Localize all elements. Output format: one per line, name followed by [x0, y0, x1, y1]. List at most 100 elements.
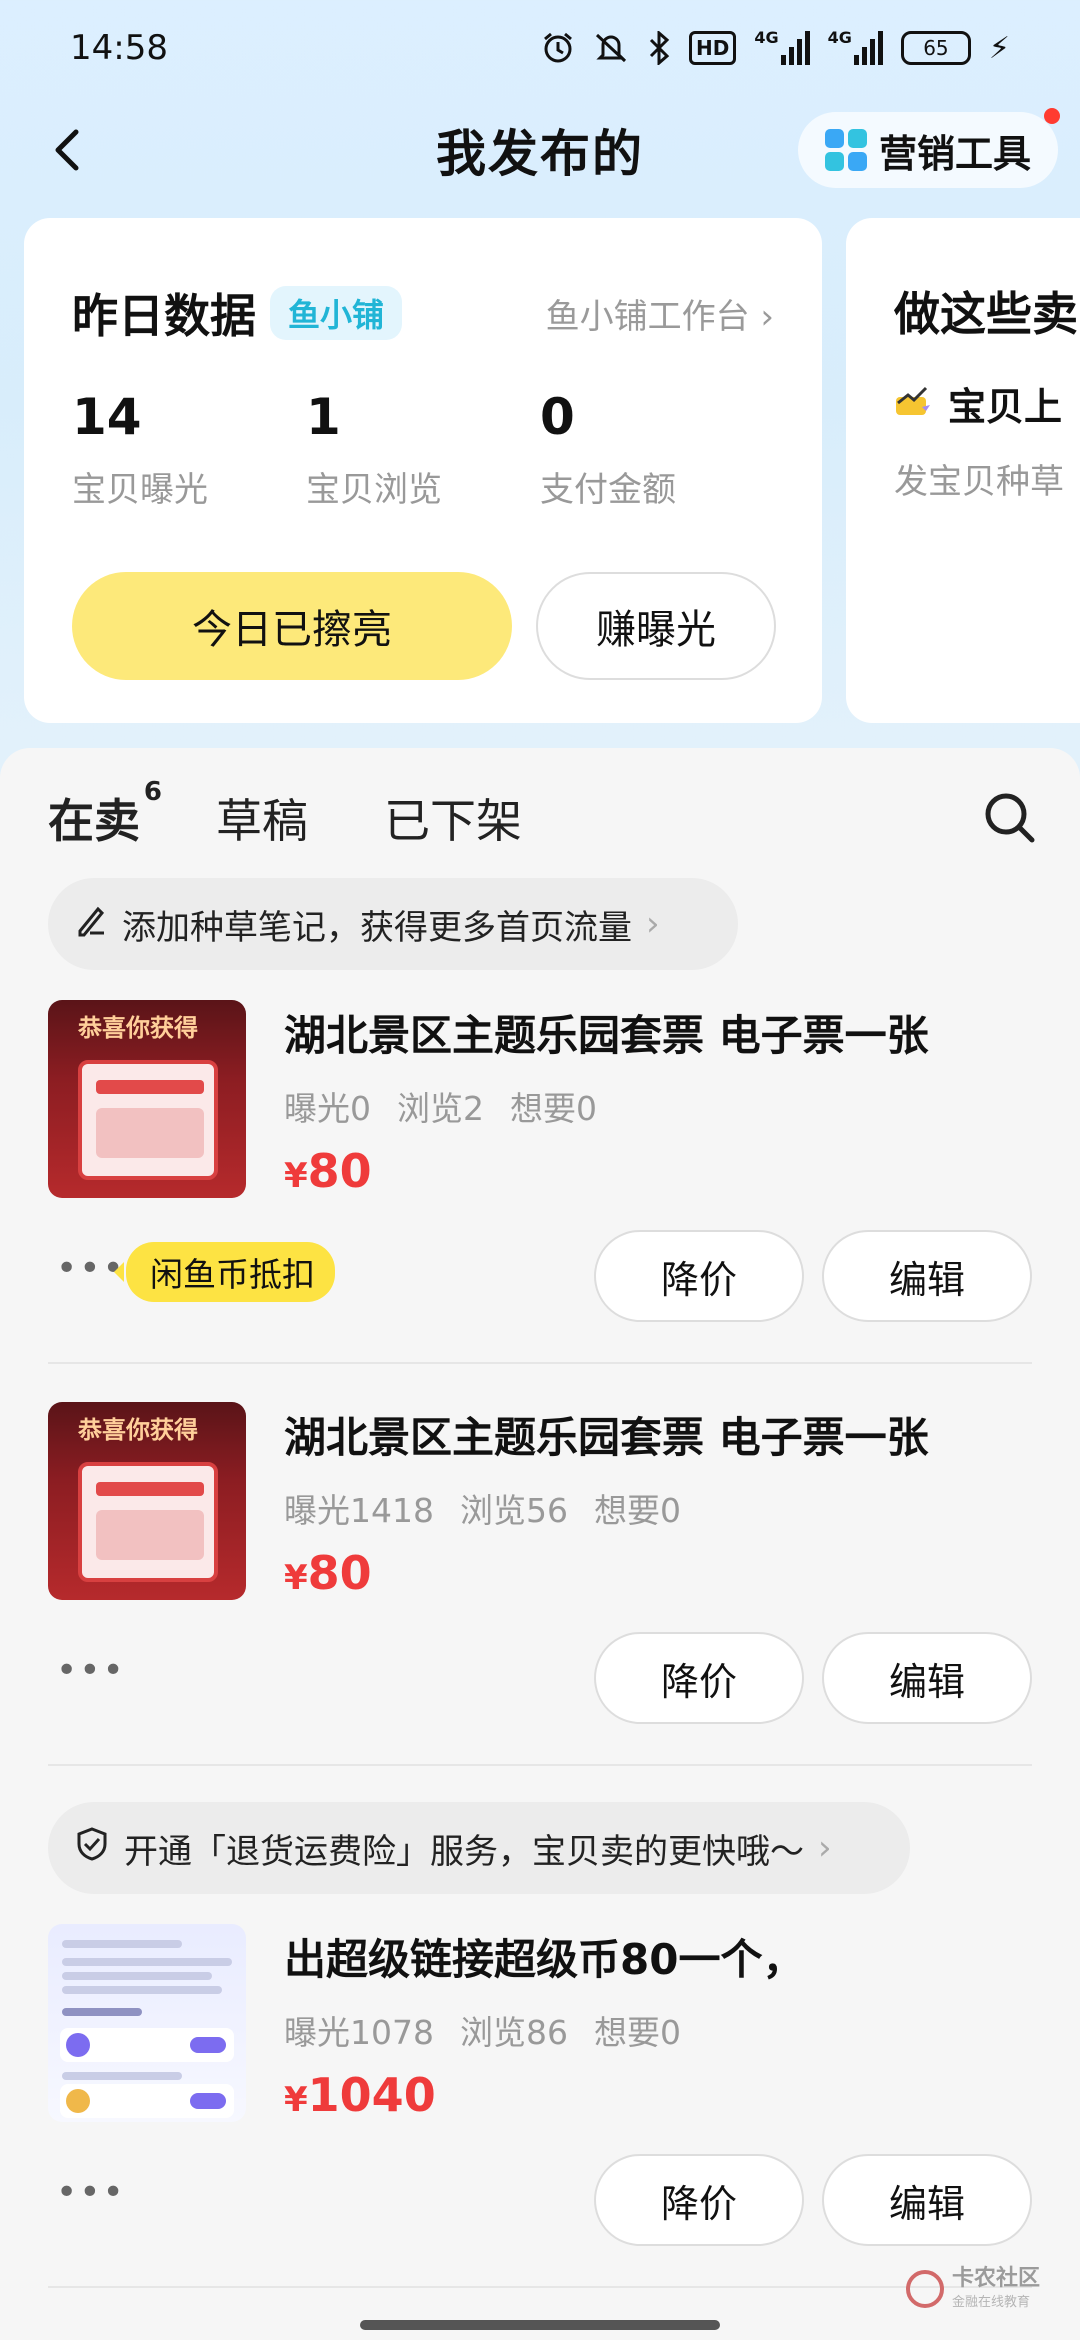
stat-value: 1 — [306, 388, 341, 446]
search-icon — [985, 793, 1035, 843]
page-title: 我发布的 — [436, 125, 644, 183]
stat-exposure[interactable]: 14 宝贝曝光 — [72, 388, 306, 511]
signal-icon-1: 4G — [754, 28, 810, 68]
price-value: 80 — [307, 1546, 372, 1600]
shop-badge: 鱼小铺 — [270, 286, 403, 340]
alarm-icon — [541, 28, 575, 68]
grid-icon — [824, 129, 867, 171]
battery-icon: 65 — [900, 31, 971, 65]
edit-button[interactable]: 编辑 — [822, 1230, 1032, 1322]
insurance-tip-banner[interactable]: 开通「退货运费险」服务，宝贝卖的更快哦～ › — [48, 1802, 910, 1894]
notification-dot — [1044, 108, 1060, 124]
currency-symbol: ¥ — [284, 2080, 308, 2120]
price-value: 80 — [307, 1144, 372, 1198]
workbench-link-label: 鱼小铺工作台 — [545, 296, 750, 337]
reduce-price-button[interactable]: 降价 — [594, 2154, 804, 2246]
stat-label: 宝贝曝光 — [72, 470, 208, 510]
tab-label: 已下架 — [384, 794, 522, 848]
item-price: ¥80 — [284, 1546, 372, 1600]
chevron-right-icon: › — [646, 904, 660, 944]
earn-exposure-button[interactable]: 赚曝光 — [536, 572, 776, 680]
charging-icon: ⚡ — [988, 30, 1010, 66]
tab-on-sale[interactable]: 在卖 6 — [48, 777, 162, 851]
mute-icon — [593, 28, 629, 68]
shined-today-button[interactable]: 今日已擦亮 — [72, 572, 512, 680]
reduce-price-button[interactable]: 降价 — [594, 1230, 804, 1322]
home-indicator[interactable] — [360, 2320, 720, 2330]
status-time: 14:58 — [70, 28, 168, 68]
workbench-link[interactable]: 鱼小铺工作台 › — [546, 289, 774, 338]
item-price: ¥1040 — [284, 2068, 436, 2122]
item-exposure: 曝光1418 — [284, 1491, 434, 1530]
header: 我发布的 营销工具 — [0, 100, 1080, 200]
card-title: 昨日数据 — [72, 289, 256, 343]
back-button[interactable] — [40, 120, 100, 180]
shield-check-icon — [74, 1826, 110, 1871]
tasks-card-title: 做这些卖 — [894, 287, 1078, 341]
item-views: 浏览2 — [397, 1089, 484, 1128]
tab-count: 6 — [143, 777, 162, 807]
item-price: ¥80 — [284, 1144, 372, 1198]
item-views: 浏览56 — [459, 1491, 568, 1530]
tab-bar: 在卖 6 草稿 已下架 — [48, 777, 1040, 858]
edit-button[interactable]: 编辑 — [822, 1632, 1032, 1724]
notes-tip-banner[interactable]: 添加种草笔记，获得更多首页流量 › — [48, 878, 738, 970]
currency-symbol: ¥ — [284, 1558, 308, 1598]
notes-tip-text: 添加种草笔记，获得更多首页流量 — [122, 907, 632, 948]
hd-icon: HD — [689, 31, 737, 65]
item-wants: 想要0 — [593, 1491, 681, 1530]
item-thumbnail: 恭喜你获得 — [48, 1402, 246, 1600]
tab-drafts[interactable]: 草稿 — [216, 785, 308, 851]
listing-item[interactable]: 出超级链接超级币80一个， 曝光1078 浏览86 想要0 ¥1040 ••• … — [48, 1924, 1032, 2284]
item-wants: 想要0 — [510, 1089, 597, 1128]
tab-delisted[interactable]: 已下架 — [384, 785, 522, 851]
tasks-card[interactable]: 做这些卖 宝贝上 发宝贝种草 — [846, 218, 1080, 723]
item-exposure: 曝光1078 — [284, 2013, 434, 2052]
marketing-tools-button[interactable]: 营销工具 — [798, 108, 1060, 188]
tasks-card-item-label: 宝贝上 — [948, 385, 1063, 429]
tab-label: 草稿 — [216, 794, 308, 848]
pen-icon — [74, 903, 108, 946]
listing-item[interactable]: 恭喜你获得 湖北景区主题乐园套票 电子票一张 曝光1418 浏览56 想要0 ¥… — [48, 1402, 1032, 1762]
trend-icon — [894, 381, 932, 426]
thumbnail-text: 恭喜你获得 — [78, 1014, 198, 1042]
currency-symbol: ¥ — [284, 1156, 308, 1196]
item-title: 出超级链接超级币80一个， — [284, 1935, 805, 1984]
insurance-tip-text: 开通「退货运费险」服务，宝贝卖的更快哦～ — [124, 1831, 804, 1872]
chevron-right-icon: › — [818, 1828, 832, 1868]
tasks-card-sub: 发宝贝种草 — [894, 462, 1064, 502]
stat-views[interactable]: 1 宝贝浏览 — [306, 388, 540, 511]
item-views: 浏览86 — [459, 2013, 568, 2052]
more-options-button[interactable]: ••• — [56, 2172, 126, 2213]
tab-label: 在卖 — [48, 794, 140, 848]
stat-value: 0 — [540, 388, 575, 446]
item-wants: 想要0 — [593, 2013, 681, 2052]
watermark-logo-icon — [905, 2269, 944, 2308]
stat-label: 支付金额 — [540, 470, 676, 510]
divider — [48, 1362, 1032, 1364]
stats-row: 14 宝贝曝光 1 宝贝浏览 0 支付金额 — [72, 388, 774, 511]
status-icons: HD 4G 4G 65 ⚡ — [541, 28, 1010, 68]
network-type-1: 4G — [754, 28, 779, 47]
item-stats: 曝光1078 浏览86 想要0 — [284, 2006, 681, 2054]
more-options-button[interactable]: ••• — [56, 1650, 126, 1691]
divider — [48, 1764, 1032, 1766]
watermark: 卡农社区 金融在线教育 — [905, 2267, 1040, 2310]
price-value: 1040 — [307, 2068, 436, 2122]
item-stats: 曝光0 浏览2 想要0 — [284, 1082, 597, 1130]
search-button[interactable] — [980, 788, 1040, 848]
divider — [48, 2286, 1032, 2288]
listings-panel: 在卖 6 草稿 已下架 添加种草笔记，获得更多首页流量 › 恭喜你获得 湖北景区… — [0, 748, 1080, 2340]
status-bar: 14:58 HD 4G 4G 65 ⚡ — [0, 0, 1080, 96]
item-thumbnail: 恭喜你获得 — [48, 1000, 246, 1198]
coin-deduction-badge: 闲鱼币抵扣 — [114, 1242, 335, 1302]
reduce-price-button[interactable]: 降价 — [594, 1632, 804, 1724]
item-title: 湖北景区主题乐园套票 电子票一张 — [284, 1011, 929, 1060]
stat-value: 14 — [72, 388, 142, 446]
back-arrow-icon — [55, 129, 79, 171]
watermark-sub: 金融在线教育 — [951, 2295, 1030, 2310]
item-thumbnail — [48, 1924, 246, 2122]
stat-payment[interactable]: 0 支付金额 — [540, 388, 774, 511]
listing-item[interactable]: 恭喜你获得 湖北景区主题乐园套票 电子票一张 曝光0 浏览2 想要0 ¥80 •… — [48, 1000, 1032, 1360]
edit-button[interactable]: 编辑 — [822, 2154, 1032, 2246]
